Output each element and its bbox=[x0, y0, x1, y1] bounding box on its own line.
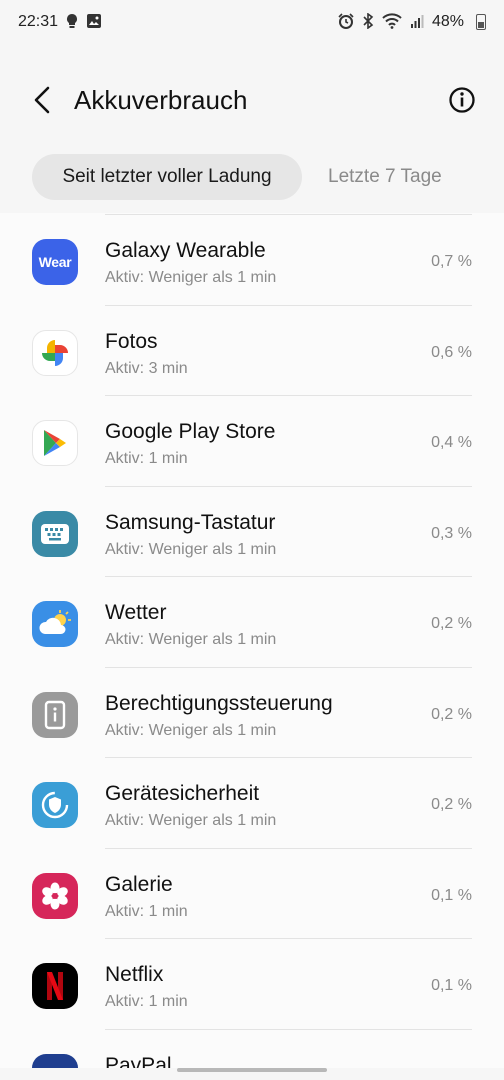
app-active-time: Aktiv: Weniger als 1 min bbox=[105, 269, 277, 286]
app-active-time: Aktiv: Weniger als 1 min bbox=[105, 540, 277, 558]
battery-percent: 48% bbox=[431, 13, 464, 30]
app-battery-percent: 0,2 % bbox=[431, 615, 472, 632]
page-title: Akkuverbrauch bbox=[74, 84, 248, 115]
galaxy-wearable-icon: Wear bbox=[32, 239, 78, 285]
app-name: Wetter bbox=[105, 601, 167, 624]
netflix-icon bbox=[32, 963, 78, 1009]
permission-controller-icon bbox=[32, 691, 78, 738]
list-item[interactable]: Wetter Aktiv: Weniger als 1 min 0,2 % bbox=[0, 577, 504, 668]
device-security-icon bbox=[32, 782, 78, 828]
keyboard-icon bbox=[32, 510, 78, 557]
signal-icon bbox=[410, 13, 424, 32]
app-battery-percent: 0,6 % bbox=[431, 343, 472, 361]
list-item[interactable]: Galerie Aktiv: 1 min 0,1 % bbox=[0, 849, 504, 939]
list-item[interactable]: Samsung-Tastatur Aktiv: Weniger als 1 mi… bbox=[0, 487, 504, 577]
app-battery-percent: 0,1 % bbox=[431, 977, 472, 994]
time-range-tabs: Seit letzter voller Ladung Letzte 7 Tage bbox=[32, 153, 482, 201]
list-item[interactable]: Gerätesicherheit Aktiv: Weniger als 1 mi… bbox=[0, 758, 504, 849]
battery-icon bbox=[476, 14, 486, 30]
google-photos-icon bbox=[32, 329, 78, 376]
app-name: Netflix bbox=[105, 963, 164, 986]
app-active-time: Aktiv: 1 min bbox=[105, 993, 188, 1010]
lightbulb-icon bbox=[66, 13, 78, 32]
navigation-handle[interactable] bbox=[177, 1068, 327, 1072]
app-usage-list: Wear Galaxy Wearable Aktiv: Weniger als … bbox=[0, 213, 504, 1068]
alarm-icon bbox=[338, 12, 354, 32]
list-item[interactable]: Berechtigungssteuerung Aktiv: Weniger al… bbox=[0, 668, 504, 758]
status-left: 22:31 bbox=[18, 13, 102, 32]
weather-icon bbox=[32, 601, 78, 647]
paypal-icon bbox=[32, 1053, 78, 1068]
play-store-icon bbox=[32, 420, 78, 466]
info-icon bbox=[449, 87, 475, 113]
list-item[interactable]: PayPal bbox=[0, 1030, 504, 1069]
app-bar: Akkuverbrauch bbox=[0, 72, 504, 128]
chevron-left-icon bbox=[34, 86, 50, 114]
app-name: Samsung-Tastatur bbox=[105, 510, 276, 534]
bluetooth-icon bbox=[362, 11, 374, 32]
wifi-icon bbox=[382, 12, 402, 32]
app-battery-percent: 0,7 % bbox=[431, 253, 472, 270]
app-name: Galaxy Wearable bbox=[105, 239, 266, 262]
app-name: Gerätesicherheit bbox=[105, 782, 260, 805]
app-active-time: Aktiv: Weniger als 1 min bbox=[105, 631, 277, 648]
tab-last-7-days[interactable]: Letzte 7 Tage bbox=[302, 154, 468, 200]
app-active-time: Aktiv: Weniger als 1 min bbox=[105, 721, 277, 739]
app-name: Berechtigungssteuerung bbox=[105, 691, 333, 715]
status-right: 48% bbox=[338, 11, 486, 32]
clock: 22:31 bbox=[18, 13, 59, 30]
gallery-icon bbox=[32, 872, 78, 919]
gallery-notification-icon bbox=[86, 13, 102, 32]
app-battery-percent: 0,1 % bbox=[431, 886, 472, 904]
app-active-time: Aktiv: 3 min bbox=[105, 359, 188, 377]
info-button[interactable] bbox=[446, 84, 478, 116]
app-active-time: Aktiv: 1 min bbox=[105, 902, 188, 920]
app-active-time: Aktiv: Weniger als 1 min bbox=[105, 812, 277, 829]
back-button[interactable] bbox=[26, 80, 58, 120]
list-item[interactable]: Fotos Aktiv: 3 min 0,6 % bbox=[0, 306, 504, 396]
app-battery-percent: 0,4 % bbox=[431, 434, 472, 451]
app-active-time: Aktiv: 1 min bbox=[105, 450, 188, 467]
status-bar: 22:31 48% bbox=[0, 0, 504, 44]
app-name: PayPal bbox=[105, 1053, 172, 1069]
tab-since-last-charge[interactable]: Seit letzter voller Ladung bbox=[32, 154, 302, 200]
app-name: Fotos bbox=[105, 329, 158, 353]
list-item[interactable]: Google Play Store Aktiv: 1 min 0,4 % bbox=[0, 396, 504, 487]
app-name: Google Play Store bbox=[105, 420, 276, 443]
app-battery-percent: 0,2 % bbox=[431, 796, 472, 813]
galaxy-wearable-icon-text: Wear bbox=[38, 254, 72, 270]
app-battery-percent: 0,3 % bbox=[431, 524, 472, 542]
list-item[interactable]: Wear Galaxy Wearable Aktiv: Weniger als … bbox=[0, 215, 504, 306]
list-item[interactable]: Netflix Aktiv: 1 min 0,1 % bbox=[0, 939, 504, 1030]
app-name: Galerie bbox=[105, 872, 173, 896]
app-battery-percent: 0,2 % bbox=[431, 705, 472, 723]
